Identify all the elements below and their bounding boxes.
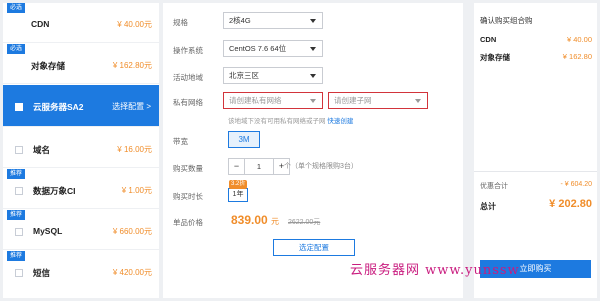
unit-price-value: 839.00 (231, 213, 268, 227)
required-badge: 必选 (7, 3, 26, 13)
total-label: 总计 (480, 202, 496, 211)
product-name: 数据万象CI (33, 186, 76, 196)
cart-title: 确认购买组合购 (480, 16, 533, 25)
product-item-cdn[interactable]: 必选 CDN ¥ 40.00元 (3, 3, 159, 43)
os-label: 操作系统 (173, 46, 203, 55)
unit-price-label: 单品价格 (173, 218, 203, 227)
unit-price: 839.00 元 (231, 213, 279, 227)
discount-badge: 3.2折 (229, 180, 248, 189)
quantity-input[interactable]: 1 (245, 158, 273, 175)
duration-label: 购买时长 (173, 192, 203, 201)
watermark: 云服务器网 www.yunssw (350, 259, 520, 278)
original-price: 2622.00元 (288, 219, 321, 226)
product-name: CDN (31, 19, 50, 29)
region-value: 北京三区 (229, 71, 259, 80)
product-item-server-sa2[interactable]: 云服务器SA2 选择配置 > (3, 85, 159, 127)
bandwidth-label: 带宽 (173, 137, 188, 146)
discount-total-label: 优惠合计 (480, 183, 508, 190)
cart-item-price: ¥ 162.80 (562, 52, 592, 61)
product-price: ¥ 1.00元 (121, 186, 152, 195)
subnet-placeholder: 请创建子网 (334, 96, 372, 105)
select-config-link[interactable]: 选择配置 > (112, 101, 151, 112)
chevron-down-icon (310, 74, 316, 78)
product-checkbox[interactable] (15, 103, 23, 111)
cart-panel: 确认购买组合购 CDN ¥ 40.00 对象存储 ¥ 162.80 优惠合计 -… (474, 3, 597, 298)
recommend-badge: 推荐 (7, 169, 26, 179)
spec-label: 规格 (173, 18, 188, 27)
required-badge: 必选 (7, 44, 26, 54)
product-checkbox[interactable] (15, 269, 23, 277)
vpc-hint: 该地域下没有可用私有网络或子网 快速创建 (228, 115, 353, 125)
chevron-down-icon (415, 99, 421, 103)
watermark-text: 云服务器网 (350, 263, 421, 278)
product-checkbox[interactable] (15, 146, 23, 154)
product-item-ci[interactable]: 推荐 数据万象CI ¥ 1.00元 (3, 169, 159, 209)
region-label: 活动地域 (173, 73, 203, 82)
vpc-label: 私有网络 (173, 98, 203, 107)
quantity-label: 购买数量 (173, 164, 203, 173)
bandwidth-option[interactable]: 3M (228, 131, 260, 148)
total-value: ¥ 202.80 (549, 198, 592, 210)
vpc-placeholder: 请创建私有网络 (229, 96, 282, 105)
quantity-unit-note: 个（单个规格限购3台） (284, 163, 358, 170)
duration-option[interactable]: 1年 (228, 188, 248, 202)
discount-total-value: - ¥ 604.20 (560, 181, 592, 188)
product-item-sms[interactable]: 推荐 短信 ¥ 420.00元 (3, 251, 159, 291)
chevron-down-icon (310, 47, 316, 51)
product-checkbox[interactable] (15, 228, 23, 236)
recommend-badge: 推荐 (7, 251, 26, 261)
product-price: ¥ 420.00元 (112, 268, 152, 277)
product-name: 云服务器SA2 (33, 102, 84, 112)
product-name: MySQL (33, 226, 63, 236)
config-panel: 规格 2核4G 操作系统 CentOS 7.6 64位 活动地域 北京三区 私有… (163, 3, 463, 298)
product-item-domain[interactable]: 域名 ¥ 16.00元 (3, 128, 159, 168)
vpc-hint-text: 该地域下没有可用私有网络或子网 (228, 118, 326, 125)
os-select[interactable]: CentOS 7.6 64位 (223, 40, 323, 57)
subnet-select[interactable]: 请创建子网 (328, 92, 428, 109)
cart-item-name: 对象存储 (480, 53, 510, 62)
chevron-down-icon (310, 99, 316, 103)
cart-item-name: CDN (480, 35, 497, 44)
select-config-button[interactable]: 选定配置 (273, 239, 355, 256)
vpc-select[interactable]: 请创建私有网络 (223, 92, 323, 109)
product-name: 短信 (33, 268, 51, 278)
spec-select[interactable]: 2核4G (223, 12, 323, 29)
spec-value: 2核4G (229, 16, 251, 25)
product-price: ¥ 40.00元 (117, 20, 152, 29)
minus-button[interactable]: − (228, 158, 245, 175)
unit-price-currency: 元 (271, 217, 280, 226)
cart-item-price: ¥ 40.00 (566, 35, 592, 44)
product-name: 域名 (33, 145, 51, 155)
product-name: 对象存储 (31, 61, 66, 71)
product-list: 必选 CDN ¥ 40.00元 必选 对象存储 ¥ 162.80元 云服务器SA… (3, 3, 159, 298)
product-price: ¥ 660.00元 (112, 227, 152, 236)
chevron-down-icon (310, 19, 316, 23)
quick-create-link[interactable]: 快速创建 (327, 118, 353, 125)
divider (474, 171, 597, 172)
quantity-stepper: − 1 + (228, 158, 290, 175)
product-item-mysql[interactable]: 推荐 MySQL ¥ 660.00元 (3, 210, 159, 250)
watermark-url: www.yunssw (425, 263, 520, 278)
os-value: CentOS 7.6 64位 (229, 44, 287, 53)
product-price: ¥ 16.00元 (117, 145, 152, 154)
product-checkbox[interactable] (15, 187, 23, 195)
product-item-cos[interactable]: 必选 对象存储 ¥ 162.80元 (3, 44, 159, 84)
recommend-badge: 推荐 (7, 210, 26, 220)
region-select[interactable]: 北京三区 (223, 67, 323, 84)
product-price: ¥ 162.80元 (112, 61, 152, 70)
